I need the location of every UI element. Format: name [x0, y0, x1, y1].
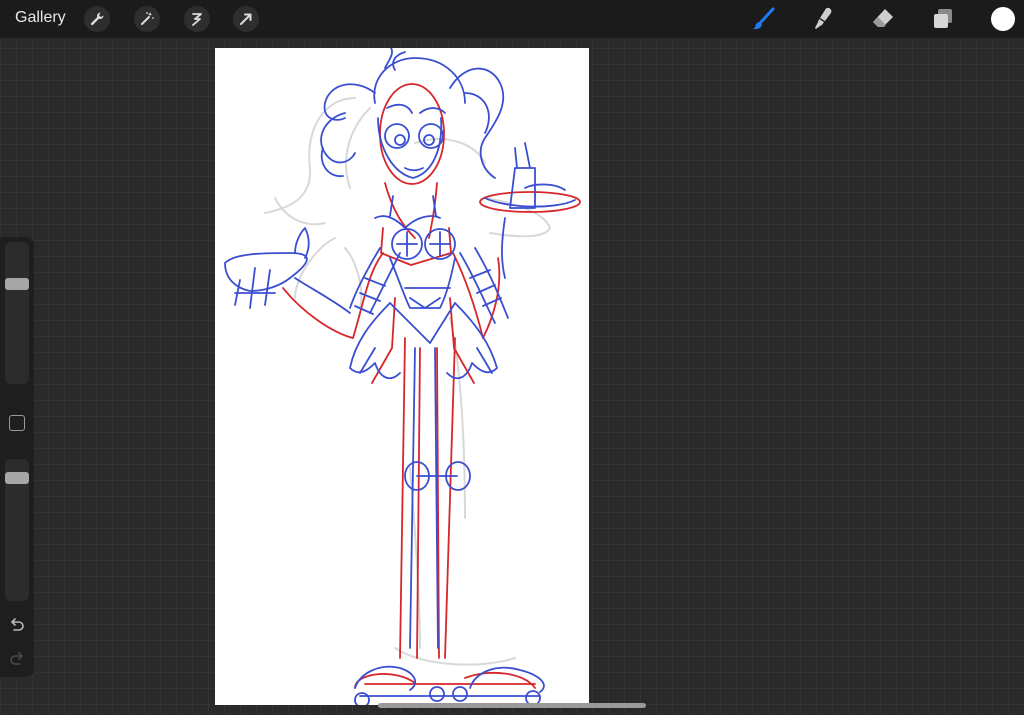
adjustments-button[interactable]	[134, 6, 160, 32]
home-indicator	[378, 703, 646, 708]
character-sketch	[224, 48, 581, 705]
top-toolbar: Gallery	[0, 0, 1024, 38]
layers-icon	[934, 9, 952, 28]
actions-button[interactable]	[84, 6, 110, 32]
left-sidebar	[0, 237, 34, 677]
eraser-tool-button[interactable]	[869, 5, 897, 33]
brush-icon	[753, 7, 775, 30]
color-picker-button[interactable]	[991, 7, 1015, 31]
eraser-icon	[873, 9, 893, 27]
brush-size-thumb[interactable]	[5, 278, 29, 291]
brush-tool-button[interactable]	[750, 5, 778, 33]
redo-icon[interactable]	[8, 651, 26, 669]
magic-wand-icon	[141, 12, 154, 25]
wrench-icon	[90, 12, 104, 26]
opacity-thumb[interactable]	[5, 472, 29, 484]
brush-size-slider[interactable]	[5, 242, 29, 384]
smudge-icon	[815, 7, 832, 29]
undo-icon[interactable]	[8, 617, 26, 635]
opacity-slider[interactable]	[5, 459, 29, 601]
layers-button[interactable]	[929, 5, 957, 33]
drawing-canvas[interactable]	[215, 48, 589, 705]
modify-button[interactable]	[9, 415, 25, 431]
selection-icon	[192, 13, 202, 26]
smudge-tool-button[interactable]	[809, 5, 837, 33]
selection-button[interactable]	[184, 6, 210, 32]
transform-arrow-icon	[240, 13, 252, 25]
transform-button[interactable]	[233, 6, 259, 32]
gallery-button[interactable]: Gallery	[15, 9, 66, 27]
procreate-app: Gallery	[0, 0, 1024, 715]
